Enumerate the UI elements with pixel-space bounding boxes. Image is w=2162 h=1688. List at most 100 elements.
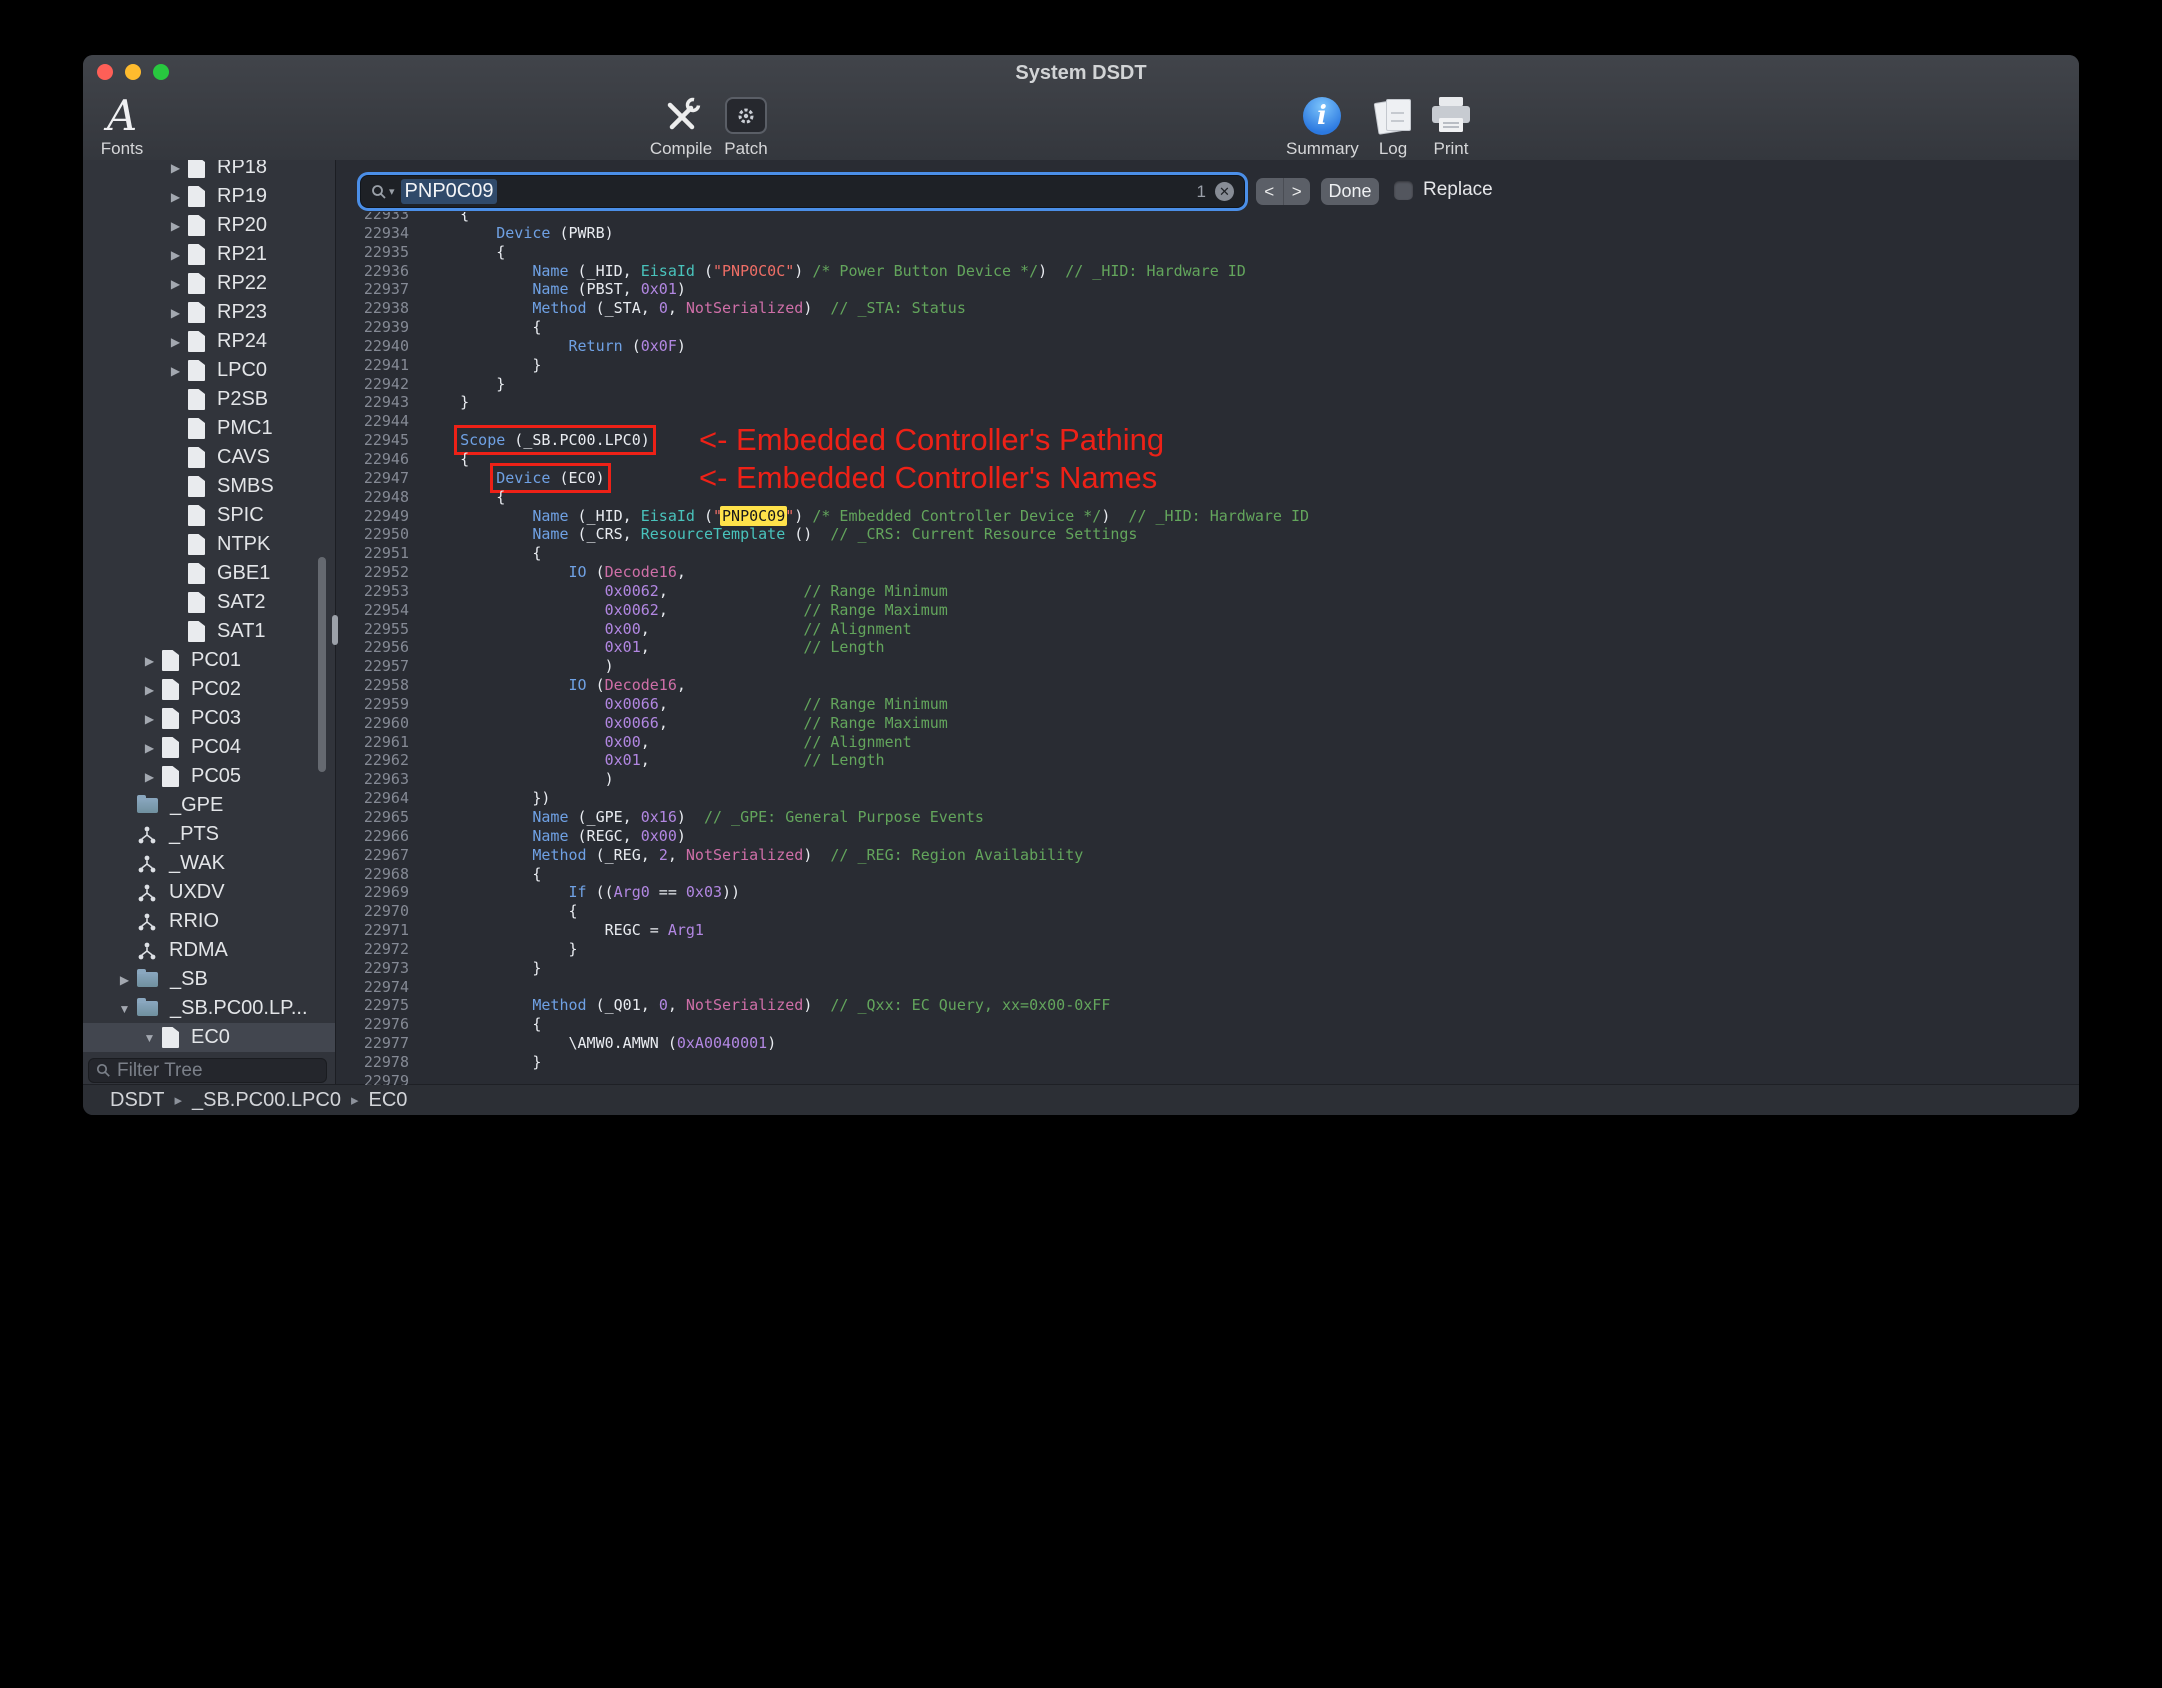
disclosure-icon[interactable]: ▶	[163, 248, 188, 262]
breadcrumb-item[interactable]: EC0	[369, 1089, 408, 1112]
code-line[interactable]: 22936 Name (_HID, EisaId ("PNP0C0C") /* …	[336, 262, 2079, 281]
done-button[interactable]: Done	[1321, 178, 1379, 205]
code-line[interactable]: 22963 )	[336, 770, 2079, 789]
code-line[interactable]: 22966 Name (REGC, 0x00)	[336, 827, 2079, 846]
sidebar-item-pc01[interactable]: ▶ PC01	[83, 646, 335, 675]
sidebar-scrollbar[interactable]	[318, 557, 326, 772]
code-line[interactable]: 22964 })	[336, 789, 2079, 808]
print-button[interactable]: Print	[1422, 92, 1480, 159]
code-line[interactable]: 22970 {	[336, 902, 2079, 921]
sidebar-item-rp18[interactable]: ▶ RP18	[83, 160, 335, 182]
disclosure-icon[interactable]: ▶	[163, 277, 188, 291]
code-line[interactable]: 22962 0x01, // Length	[336, 751, 2079, 770]
code-line[interactable]: 22969 If ((Arg0 == 0x03))	[336, 883, 2079, 902]
sidebar-item-smbs[interactable]: SMBS	[83, 472, 335, 501]
sidebar-item-sat2[interactable]: SAT2	[83, 588, 335, 617]
code-line[interactable]: 22951 {	[336, 544, 2079, 563]
disclosure-icon[interactable]: ▼	[112, 1002, 137, 1016]
sidebar-item-lpc0[interactable]: ▶ LPC0	[83, 356, 335, 385]
code-line[interactable]: 22942 }	[336, 375, 2079, 394]
sidebar-item-spic[interactable]: SPIC	[83, 501, 335, 530]
code-line[interactable]: 22939 {	[336, 318, 2079, 337]
disclosure-icon[interactable]: ▶	[163, 306, 188, 320]
sidebar-item-sb[interactable]: ▶ _SB	[83, 965, 335, 994]
fonts-button[interactable]: A Fonts	[89, 92, 155, 159]
code-line[interactable]: 22958 IO (Decode16,	[336, 676, 2079, 695]
sidebar-item-pc05[interactable]: ▶ PC05	[83, 762, 335, 791]
code-line[interactable]: 22956 0x01, // Length	[336, 638, 2079, 657]
code-line[interactable]: 22945 Scope (_SB.PC00.LPC0)	[336, 425, 2079, 456]
sidebar-item-rp19[interactable]: ▶ RP19	[83, 182, 335, 211]
sidebar-item-sat1[interactable]: SAT1	[83, 617, 335, 646]
code-line[interactable]: 22955 0x00, // Alignment	[336, 620, 2079, 639]
sidebar-item-ec0[interactable]: ▼ EC0	[83, 1023, 335, 1052]
sidebar-item-rrio[interactable]: RRIO	[83, 907, 335, 936]
disclosure-icon[interactable]: ▶	[137, 712, 162, 726]
code-line[interactable]: 22979	[336, 1072, 2079, 1085]
sidebar-item-rdma[interactable]: RDMA	[83, 936, 335, 965]
disclosure-icon[interactable]: ▶	[163, 335, 188, 349]
code-line[interactable]: 22975 Method (_Q01, 0, NotSerialized) //…	[336, 996, 2079, 1015]
code-line[interactable]: 22947 Device (EC0)	[336, 462, 2079, 493]
sidebar-item-rp23[interactable]: ▶ RP23	[83, 298, 335, 327]
sidebar-item-pmc1[interactable]: PMC1	[83, 414, 335, 443]
code-line[interactable]: 22938 Method (_STA, 0, NotSerialized) //…	[336, 299, 2079, 318]
code-line[interactable]: 22971 REGC = Arg1	[336, 921, 2079, 940]
code-line[interactable]: 22937 Name (PBST, 0x01)	[336, 280, 2079, 299]
code-line[interactable]: 22977 \AMW0.AMWN (0xA0040001)	[336, 1034, 2079, 1053]
breadcrumb-item[interactable]: DSDT	[110, 1089, 164, 1112]
code-line[interactable]: 22968 {	[336, 865, 2079, 884]
sidebar-item-rp22[interactable]: ▶ RP22	[83, 269, 335, 298]
code-line[interactable]: 22974	[336, 978, 2079, 997]
code-line[interactable]: 22972 }	[336, 940, 2079, 959]
patch-button[interactable]: Patch	[713, 92, 779, 159]
disclosure-icon[interactable]: ▶	[163, 161, 188, 175]
sidebar-item-pc04[interactable]: ▶ PC04	[83, 733, 335, 762]
code-line[interactable]: 22954 0x0062, // Range Maximum	[336, 601, 2079, 620]
sidebar-item-ntpk[interactable]: NTPK	[83, 530, 335, 559]
code-line[interactable]: 22965 Name (_GPE, 0x16) // _GPE: General…	[336, 808, 2079, 827]
sidebar-item-pc02[interactable]: ▶ PC02	[83, 675, 335, 704]
disclosure-icon[interactable]: ▶	[137, 770, 162, 784]
replace-checkbox[interactable]	[1394, 181, 1413, 200]
sidebar-item-gpe[interactable]: _GPE	[83, 791, 335, 820]
code-line[interactable]: 22949 Name (_HID, EisaId ("PNP0C09") /* …	[336, 505, 2079, 526]
code-line[interactable]: 22976 {	[336, 1015, 2079, 1034]
minimize-button[interactable]	[125, 64, 141, 80]
code-line[interactable]: 22960 0x0066, // Range Maximum	[336, 714, 2079, 733]
sidebar-item-uxdv[interactable]: UXDV	[83, 878, 335, 907]
code-line[interactable]: 22953 0x0062, // Range Minimum	[336, 582, 2079, 601]
code-line[interactable]: 22935 {	[336, 243, 2079, 262]
sidebar-item-p2sb[interactable]: P2SB	[83, 385, 335, 414]
disclosure-icon[interactable]: ▶	[163, 190, 188, 204]
find-previous-button[interactable]: <	[1256, 178, 1283, 205]
code-line[interactable]: 22952 IO (Decode16,	[336, 563, 2079, 582]
code-line[interactable]: 22973 }	[336, 959, 2079, 978]
code-line[interactable]: 22948 {	[336, 488, 2079, 507]
compile-button[interactable]: Compile	[644, 92, 718, 159]
code-line[interactable]: 22944	[336, 412, 2079, 431]
sidebar-item-rp24[interactable]: ▶ RP24	[83, 327, 335, 356]
disclosure-icon[interactable]: ▶	[137, 654, 162, 668]
zoom-button[interactable]	[153, 64, 169, 80]
code-line[interactable]: 22943 }	[336, 393, 2079, 412]
code-line[interactable]: 22940 Return (0x0F)	[336, 337, 2079, 356]
sidebar-item-pts[interactable]: _PTS	[83, 820, 335, 849]
breadcrumb-item[interactable]: _SB.PC00.LPC0	[192, 1089, 341, 1112]
sidebar-item-gbe1[interactable]: GBE1	[83, 559, 335, 588]
sidebar-item-rp21[interactable]: ▶ RP21	[83, 240, 335, 269]
splitter-handle[interactable]	[332, 615, 338, 645]
disclosure-icon[interactable]: ▶	[137, 683, 162, 697]
search-scope-chevron-icon[interactable]: ▾	[389, 185, 395, 198]
code-line[interactable]: 22950 Name (_CRS, ResourceTemplate () //…	[336, 525, 2079, 544]
code-line[interactable]: 22957 )	[336, 657, 2079, 676]
sidebar-item-cavs[interactable]: CAVS	[83, 443, 335, 472]
code-line[interactable]: 22941 }	[336, 356, 2079, 375]
filter-tree-input[interactable]: Filter Tree	[88, 1058, 327, 1083]
find-input[interactable]: ▾ PNP0C09 1 ✕	[361, 176, 1244, 207]
code-line[interactable]: 22961 0x00, // Alignment	[336, 733, 2079, 752]
code-line[interactable]: 22934 Device (PWRB)	[336, 224, 2079, 243]
code-line[interactable]: 22978 }	[336, 1053, 2079, 1072]
sidebar-item-rp20[interactable]: ▶ RP20	[83, 211, 335, 240]
summary-button[interactable]: i Summary	[1286, 92, 1359, 159]
